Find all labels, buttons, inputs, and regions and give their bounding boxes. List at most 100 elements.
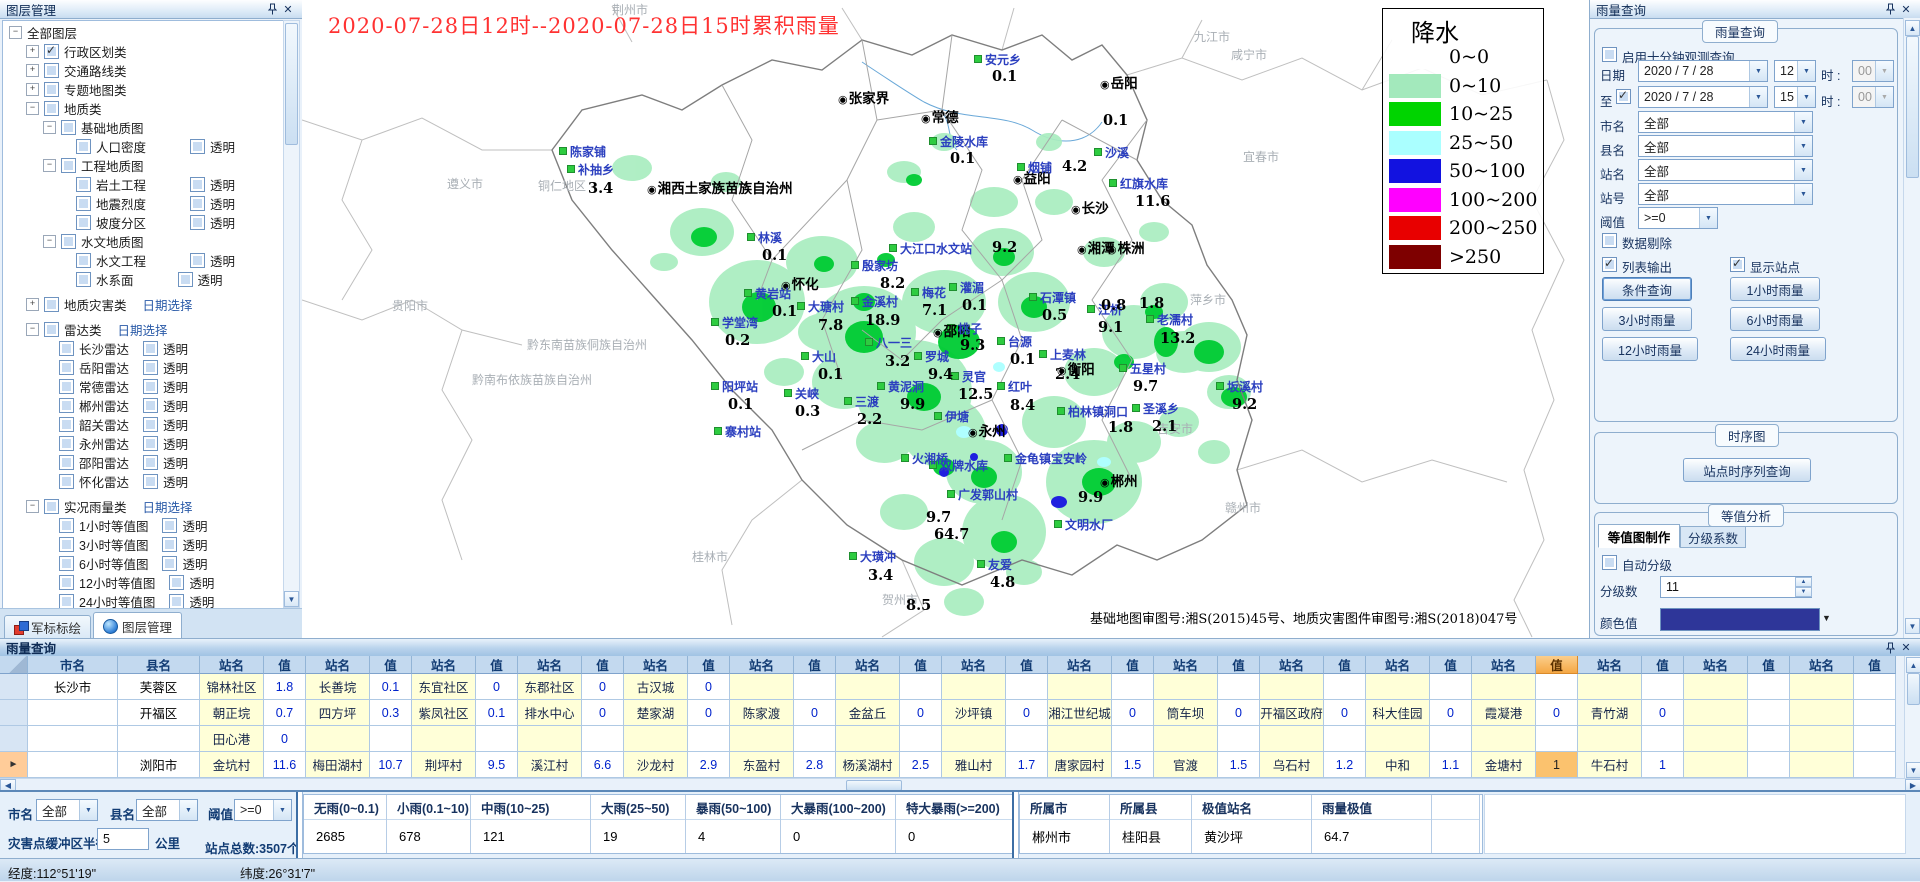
grade-count-input[interactable]: 11	[1660, 576, 1812, 598]
grid-cell-county[interactable]: 浏阳市	[118, 752, 200, 778]
layer-tree-item[interactable]: −水文地质图	[3, 232, 286, 251]
county-select[interactable]: 全部▼	[1638, 135, 1813, 157]
grid-cell-value[interactable]: 0	[688, 700, 730, 726]
layer-tree-item[interactable]: 长沙雷达透明	[3, 339, 286, 358]
layer-tree-item[interactable]: 地震烈度透明	[3, 194, 286, 213]
grid-cell-station[interactable]: 长善垸	[306, 674, 370, 700]
grid-header-value[interactable]: 值	[1748, 656, 1790, 674]
city-select[interactable]: 全部▼	[1638, 111, 1813, 133]
dropdown-arrow-icon[interactable]: ▼	[179, 800, 197, 820]
grid-cell-station[interactable]	[1154, 726, 1218, 752]
grid-cell-station[interactable]: 湘江世纪城	[1048, 700, 1112, 726]
grid-cell-station[interactable]: 田心港	[200, 726, 264, 752]
transparent-checkbox[interactable]	[169, 594, 184, 609]
dropdown-arrow-icon[interactable]: ▼	[1794, 112, 1812, 132]
grid-cell-station[interactable]	[1578, 726, 1642, 752]
layer-tree-item[interactable]: −基础地质图	[3, 118, 286, 137]
tree-expander-icon[interactable]: −	[26, 323, 39, 336]
dropdown-arrow-icon[interactable]: ▼	[1749, 87, 1767, 107]
grid-cell-county[interactable]: 芙蓉区	[118, 674, 200, 700]
grid-cell-value[interactable]	[1854, 700, 1896, 726]
grid-cell-station[interactable]: 荆坪村	[412, 752, 476, 778]
grid-cell-station[interactable]	[624, 726, 688, 752]
grid-cell-station[interactable]: 金塘村	[1472, 752, 1536, 778]
grid-cell-station[interactable]: 中和	[1366, 752, 1430, 778]
grid-header-station[interactable]: 站名	[942, 656, 1006, 674]
layer-checkbox[interactable]	[44, 297, 59, 312]
layer-checkbox[interactable]	[44, 322, 59, 337]
grid-cell-station[interactable]	[1154, 674, 1218, 700]
list-output-checkbox[interactable]	[1602, 257, 1617, 272]
grid-cell-station[interactable]: 科大佳园	[1366, 700, 1430, 726]
grid-cell-value[interactable]: 0	[1642, 700, 1684, 726]
show-stations-checkbox[interactable]	[1730, 257, 1745, 272]
grid-cell-value[interactable]: 0	[688, 674, 730, 700]
layer-tree-item[interactable]: 坡度分区透明	[3, 213, 286, 232]
transparent-checkbox[interactable]	[162, 556, 177, 571]
layer-checkbox[interactable]	[59, 398, 74, 413]
layer-checkbox[interactable]	[59, 575, 74, 590]
grid-cell-station[interactable]: 沙龙村	[624, 752, 688, 778]
grid-cell-value[interactable]: 0	[264, 726, 306, 752]
grid-cell-station[interactable]	[1472, 726, 1536, 752]
transparent-checkbox[interactable]	[190, 215, 205, 230]
grid-header-value[interactable]: 值	[900, 656, 942, 674]
filter-threshold-select[interactable]: >=0▼	[234, 799, 292, 821]
grid-cell-value[interactable]: 1.2	[1324, 752, 1366, 778]
grid-cell-value[interactable]: 0.1	[476, 700, 518, 726]
grid-cell-station[interactable]: 金盆丘	[836, 700, 900, 726]
close-icon[interactable]: ✕	[1898, 2, 1914, 16]
layer-tree-item[interactable]: 常德雷达透明	[3, 377, 286, 396]
dropdown-arrow-icon[interactable]: ▼	[1794, 160, 1812, 180]
auto-grade-checkbox[interactable]	[1602, 555, 1617, 570]
grid-cell-value[interactable]	[1748, 752, 1790, 778]
grid-header-value[interactable]: 值	[1854, 656, 1896, 674]
grid-cell-station[interactable]: 楚家湖	[624, 700, 688, 726]
grid-cell-station[interactable]	[306, 726, 370, 752]
grid-header-value[interactable]: 值	[794, 656, 836, 674]
dropdown-arrow-icon[interactable]: ▼	[1794, 184, 1812, 204]
grid-cell-station[interactable]	[1366, 726, 1430, 752]
transparent-checkbox[interactable]	[143, 360, 158, 375]
grid-cell-station[interactable]: 朝正垸	[200, 700, 264, 726]
tree-expander-icon[interactable]: +	[26, 64, 39, 77]
grid-corner-cell[interactable]	[0, 656, 28, 674]
grid-header-city[interactable]: 市名	[28, 656, 118, 674]
transparent-checkbox[interactable]	[143, 474, 158, 489]
grid-cell-station[interactable]	[1472, 674, 1536, 700]
right-panel-scrollbar[interactable]: ▲ ▼	[1903, 18, 1920, 638]
grid-cell-county[interactable]: 开福区	[118, 700, 200, 726]
rain-24h-button[interactable]: 24小时雨量	[1730, 337, 1826, 361]
tab-isoline-make[interactable]: 等值图制作	[1598, 524, 1680, 548]
grid-cell-value[interactable]: 0	[1324, 700, 1366, 726]
station-timeseries-button[interactable]: 站点时序列查询	[1683, 458, 1811, 482]
grid-cell-value[interactable]: 1	[1642, 752, 1684, 778]
transparent-checkbox[interactable]	[143, 417, 158, 432]
data-reject-checkbox[interactable]	[1602, 233, 1617, 248]
row-selector-cell[interactable]	[0, 700, 28, 726]
scroll-down-icon[interactable]: ▼	[1905, 618, 1920, 634]
scroll-down-icon[interactable]: ▼	[284, 591, 299, 607]
grid-cell-station[interactable]	[1260, 726, 1324, 752]
grid-header-station[interactable]: 站名	[1366, 656, 1430, 674]
layer-checkbox[interactable]	[76, 272, 91, 287]
grid-cell-station[interactable]: 东盈村	[730, 752, 794, 778]
grid-cell-station[interactable]: 牛石村	[1578, 752, 1642, 778]
layer-tree-item[interactable]: −雷达类日期选择	[3, 320, 286, 339]
grid-cell-value[interactable]: 6.6	[582, 752, 624, 778]
grid-header-station[interactable]: 站名	[836, 656, 900, 674]
layer-checkbox[interactable]	[76, 215, 91, 230]
grid-cell-value[interactable]: 2.8	[794, 752, 836, 778]
tree-expander-icon[interactable]: −	[26, 102, 39, 115]
grid-header-value[interactable]: 值	[1006, 656, 1048, 674]
grid-cell-station[interactable]: 东宜社区	[412, 674, 476, 700]
layer-checkbox[interactable]	[59, 455, 74, 470]
dropdown-arrow-icon[interactable]: ▼	[1797, 61, 1815, 81]
transparent-checkbox[interactable]	[190, 177, 205, 192]
scrollbar-thumb[interactable]	[1906, 36, 1919, 178]
layer-checkbox[interactable]	[61, 158, 76, 173]
filter-city-select[interactable]: 全部▼	[36, 799, 98, 821]
grid-cell-station[interactable]	[836, 726, 900, 752]
grid-cell-value[interactable]	[582, 726, 624, 752]
threshold-select[interactable]: >=0▼	[1638, 207, 1718, 229]
